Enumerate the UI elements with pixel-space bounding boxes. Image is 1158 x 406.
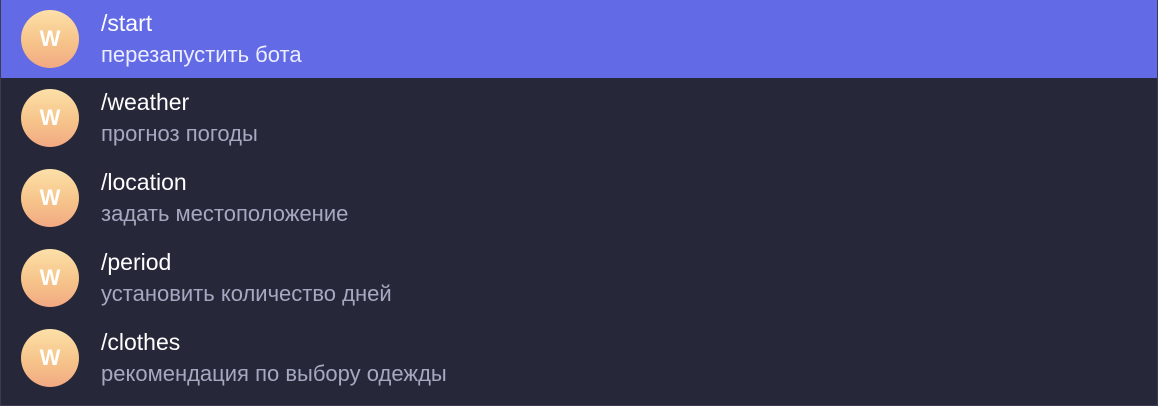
command-text: /clothes рекомендация по выбору одежды xyxy=(101,327,447,389)
command-description: задать местоположение xyxy=(101,201,349,226)
command-text: /location задать местоположение xyxy=(101,167,348,229)
command-item-clothes[interactable]: W /clothes рекомендация по выбору одежды xyxy=(1,318,1157,398)
bot-avatar: W xyxy=(21,329,79,387)
command-text: /weather прогноз погоды xyxy=(101,87,258,149)
command-name: /start xyxy=(101,10,153,36)
command-name: /period xyxy=(101,249,172,275)
bot-command-suggestions: W /start перезапустить бота W /weather п… xyxy=(0,0,1158,406)
command-name: /weather xyxy=(101,89,190,115)
command-description: рекомендация по выбору одежды xyxy=(101,361,447,386)
command-item-weather[interactable]: W /weather прогноз погоды xyxy=(1,78,1157,158)
command-description: перезапустить бота xyxy=(101,42,302,67)
command-description: прогноз погоды xyxy=(101,121,258,146)
command-item-period[interactable]: W /period установить количество дней xyxy=(1,238,1157,318)
bot-avatar: W xyxy=(21,169,79,227)
command-item-start[interactable]: W /start перезапустить бота xyxy=(1,0,1157,78)
bot-avatar: W xyxy=(21,249,79,307)
bot-avatar: W xyxy=(21,10,79,68)
command-name: /clothes xyxy=(101,329,181,355)
command-text: /start перезапустить бота xyxy=(101,8,302,70)
command-item-location[interactable]: W /location задать местоположение xyxy=(1,158,1157,238)
command-description: установить количество дней xyxy=(101,281,392,306)
command-name: /location xyxy=(101,169,187,195)
bot-avatar: W xyxy=(21,89,79,147)
command-text: /period установить количество дней xyxy=(101,247,392,309)
